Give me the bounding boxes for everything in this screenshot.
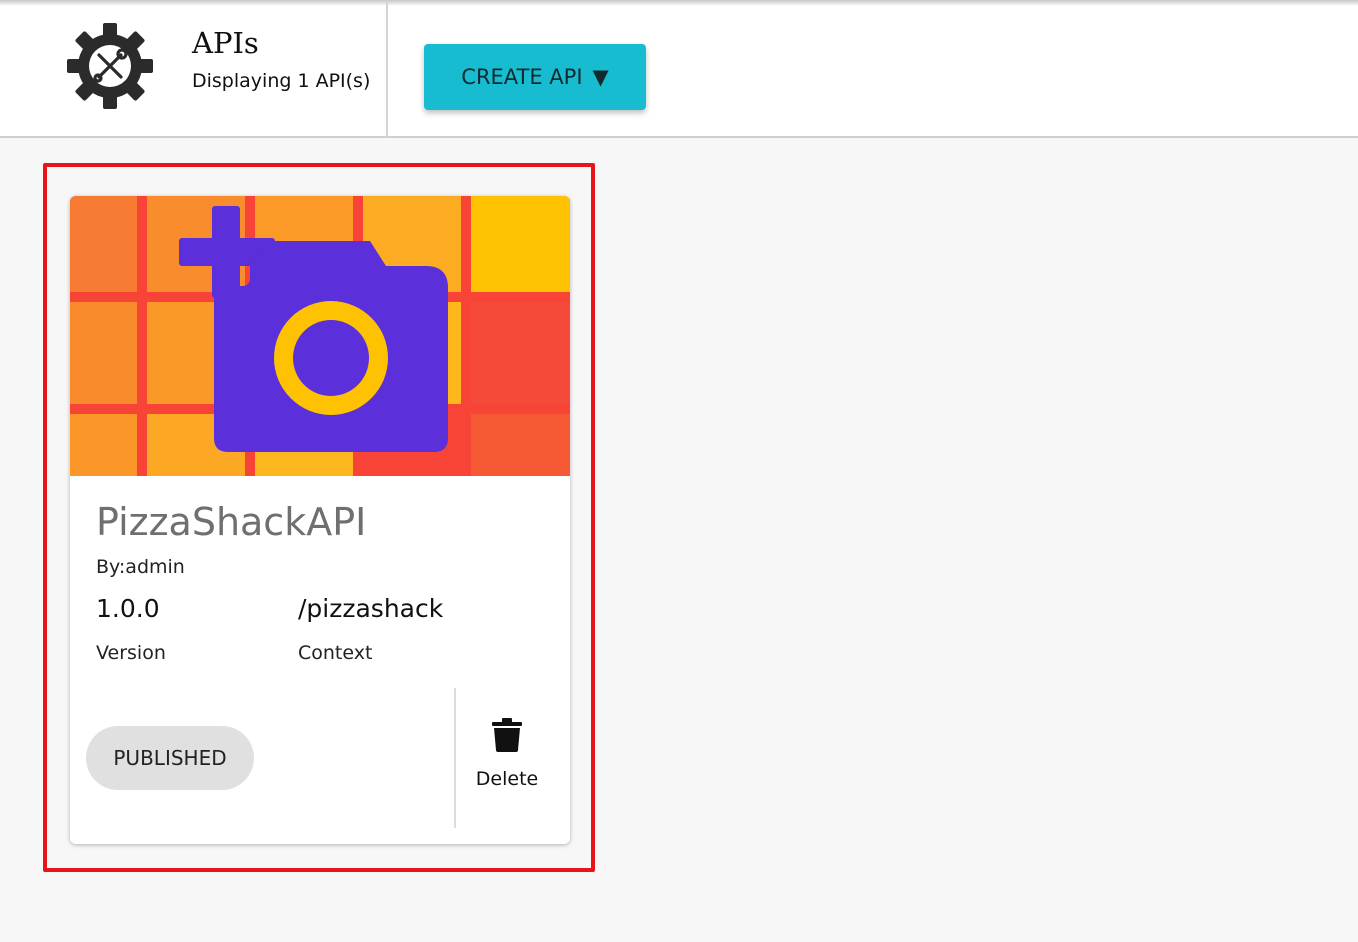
api-owner: By:admin: [96, 556, 185, 578]
api-version-label: Version: [96, 642, 166, 664]
settings-tools-icon: [67, 23, 153, 109]
api-count-label: Displaying 1 API(s): [192, 70, 371, 92]
card-divider: [454, 688, 456, 828]
caret-down-icon: ▼: [592, 65, 609, 89]
header-divider: [386, 0, 388, 138]
create-api-button[interactable]: CREATE API ▼: [424, 44, 646, 110]
api-context-label: Context: [298, 642, 373, 664]
page-title: APIs: [192, 26, 259, 60]
create-api-button-label: CREATE API: [461, 65, 583, 89]
api-version-value: 1.0.0: [96, 594, 160, 623]
api-context-value: /pizzashack: [298, 594, 444, 623]
api-thumbnail[interactable]: [70, 196, 570, 476]
delete-button[interactable]: Delete: [462, 712, 552, 804]
app-header: APIs Displaying 1 API(s) CREATE API ▼: [0, 0, 1358, 138]
status-badge: PUBLISHED: [86, 726, 254, 790]
api-name[interactable]: PizzaShackAPI: [96, 500, 366, 544]
api-card[interactable]: PizzaShackAPI By:admin 1.0.0 /pizzashack…: [70, 196, 570, 844]
trash-icon: [492, 718, 522, 752]
delete-label: Delete: [475, 768, 539, 790]
header-shadow: [0, 0, 1358, 6]
